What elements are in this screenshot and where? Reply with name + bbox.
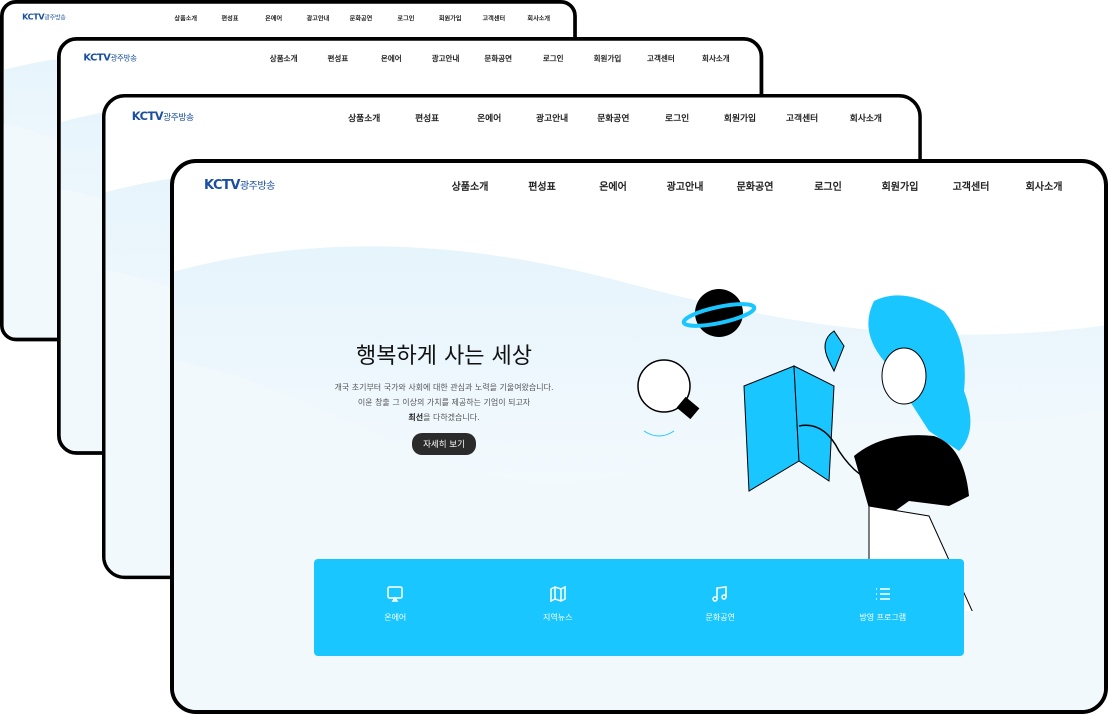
nav-item[interactable]: 회사소개 (850, 111, 882, 124)
nav-item[interactable]: 문화공연 (484, 52, 512, 63)
nav-item[interactable]: 고객센터 (647, 52, 675, 63)
hero-line-3: 최선을 다하겠습니다. (408, 413, 480, 422)
nav-item[interactable]: 광고안내 (432, 52, 460, 63)
quick-menu-label: 방영 프로그램 (859, 613, 907, 622)
logo[interactable]: KCTV광주방송 (204, 177, 275, 193)
nav-item[interactable]: 문화공연 (597, 111, 629, 124)
nav-item[interactable]: 온에어 (599, 178, 627, 193)
nav-item[interactable]: 로그인 (814, 178, 842, 193)
nav-item[interactable]: 온에어 (477, 111, 501, 124)
nav-item[interactable]: 온에어 (265, 13, 282, 22)
nav-item[interactable]: 광고안내 (667, 178, 704, 193)
nav-item[interactable]: 회사소개 (1026, 178, 1063, 193)
nav-item[interactable]: 로그인 (665, 111, 689, 124)
tv-icon (387, 586, 403, 602)
quick-menu-programs[interactable]: 방영 프로그램 (802, 559, 965, 656)
quick-menu-local-news[interactable]: 지역뉴스 (477, 559, 640, 656)
nav-item[interactable]: 문화공연 (350, 13, 373, 22)
nav-item[interactable]: 고객센터 (786, 111, 818, 124)
map-icon (550, 585, 566, 603)
hero-title: 행복하게 사는 세상 (356, 344, 532, 369)
nav-item[interactable]: 고객센터 (953, 178, 990, 193)
nav-item[interactable]: 고객센터 (483, 13, 506, 22)
nav-item[interactable]: 회사소개 (702, 52, 730, 63)
top-nav: KCTV광주방송 상품소개 편성표 온에어 광고안내 문화공연 로그인 회원가입 고객센터 회사… (4, 4, 573, 31)
list-icon (875, 588, 890, 600)
nav-item[interactable]: 로그인 (397, 13, 414, 22)
nav-item[interactable]: 회원가입 (594, 52, 622, 63)
top-nav: KCTV광주방송 상품소개 편성표 온에어 광고안내 문화공연 로그인 회원가입 고객센터 회사… (174, 163, 1104, 207)
nav-item[interactable]: 편성표 (528, 178, 556, 193)
quick-menu-label: 지역뉴스 (543, 613, 573, 622)
quick-menu-culture[interactable]: 문화공연 (639, 559, 802, 656)
nav-item[interactable]: 편성표 (415, 111, 439, 124)
top-nav: KCTV광주방송 상품소개 편성표 온에어 광고안내 문화공연 로그인 회원가입 고객센터 회사… (61, 41, 760, 74)
nav-item[interactable]: 편성표 (327, 52, 348, 63)
logo[interactable]: KCTV광주방송 (22, 12, 66, 22)
hero-section: 행복하게 사는 세상 개국 초기부터 국가와 사회에 대한 관심과 노력을 기울… (294, 338, 594, 455)
nav-item[interactable]: 회원가입 (724, 111, 756, 124)
nav-item[interactable]: 상품소개 (270, 52, 298, 63)
nav-item[interactable]: 상품소개 (174, 13, 197, 22)
nav-item[interactable]: 온에어 (381, 52, 402, 63)
nav-item[interactable]: 편성표 (222, 13, 239, 22)
nav-item[interactable]: 회원가입 (439, 13, 462, 22)
logo[interactable]: KCTV광주방송 (83, 51, 137, 63)
quick-menu-label: 온에어 (384, 613, 407, 622)
nav-item[interactable]: 상품소개 (452, 178, 489, 193)
nav-item[interactable]: 상품소개 (348, 111, 380, 124)
quick-menu-label: 문화공연 (705, 613, 735, 622)
quick-menu-card: 온에어 지역뉴스 문화공연 방영 프로그램 (314, 559, 964, 656)
nav-item[interactable]: 로그인 (543, 52, 564, 63)
more-button[interactable]: 자세히 보기 (412, 433, 476, 455)
quick-menu-onair[interactable]: 온에어 (314, 559, 477, 656)
hero-line-2: 이윤 창출 그 이상의 가치를 제공하는 기업이 되고자 (357, 398, 531, 407)
music-icon (712, 586, 727, 602)
nav-item[interactable]: 문화공연 (737, 178, 774, 193)
nav-item[interactable]: 광고안내 (536, 111, 568, 124)
nav-item[interactable]: 회사소개 (527, 13, 550, 22)
top-nav: KCTV광주방송 상품소개 편성표 온에어 광고안내 문화공연 로그인 회원가입 고객센터 회사… (105, 97, 918, 135)
nav-item[interactable]: 광고안내 (307, 13, 330, 22)
device-frame: KCTV광주방송 상품소개 편성표 온에어 광고안내 문화공연 로그인 회원가입 고객센터 회사… (170, 159, 1108, 714)
logo[interactable]: KCTV광주방송 (132, 110, 194, 124)
hero-line-1: 개국 초기부터 국가와 사회에 대한 관심과 노력을 기울여왔습니다. (334, 383, 554, 392)
nav-item[interactable]: 회원가입 (882, 178, 919, 193)
